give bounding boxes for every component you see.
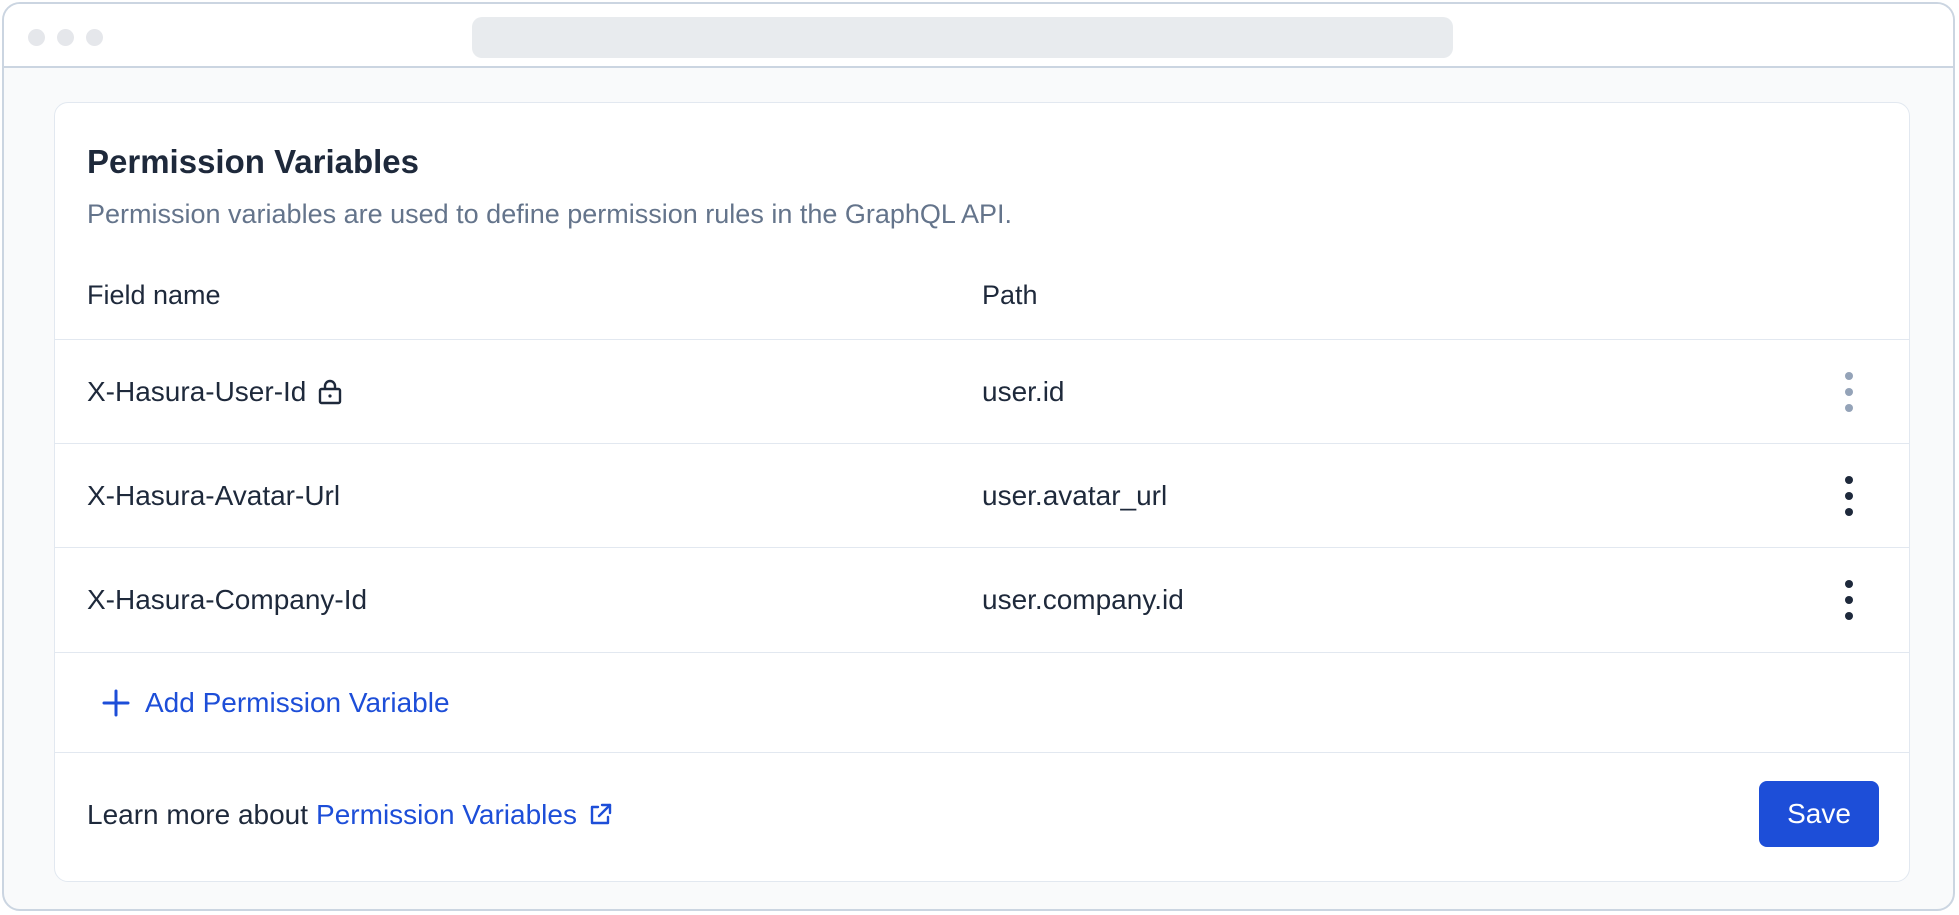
table-row: X-Hasura-User-Id user.id: [55, 339, 1909, 443]
save-button[interactable]: Save: [1759, 781, 1879, 847]
field-name-cell: X-Hasura-Company-Id: [87, 548, 367, 652]
address-bar[interactable]: [472, 17, 1453, 58]
card-footer: Learn more about Permission Variables Sa…: [55, 752, 1909, 881]
learn-more-prefix: Learn more about: [87, 799, 309, 830]
card-title: Permission Variables: [87, 143, 420, 180]
window-close-dot[interactable]: [28, 29, 45, 46]
row-actions-menu-icon[interactable]: [1841, 372, 1857, 412]
add-row-container: Add Permission Variable: [55, 652, 1909, 752]
docs-link-label: Permission Variables: [316, 799, 577, 830]
learn-more-text: Learn more about Permission Variables: [87, 753, 613, 877]
title-bar: [4, 4, 1953, 68]
path-cell: user.avatar_url: [982, 480, 1168, 511]
browser-window: Permission Variables Permission variable…: [2, 2, 1955, 911]
field-name-cell: X-Hasura-Avatar-Url: [87, 444, 340, 548]
field-name: X-Hasura-User-Id: [87, 376, 307, 407]
column-header-path: Path: [982, 280, 1038, 310]
window-minimize-dot[interactable]: [57, 29, 74, 46]
table-row: X-Hasura-Company-Id user.company.id: [55, 547, 1909, 651]
field-name-cell: X-Hasura-User-Id: [87, 340, 344, 444]
external-link-icon: [590, 803, 612, 825]
permission-variables-docs-link[interactable]: Permission Variables: [316, 753, 613, 877]
lock-icon: [316, 378, 344, 406]
add-permission-variable-button[interactable]: Add Permission Variable: [101, 653, 450, 753]
card-description: Permission variables are used to define …: [87, 199, 1012, 229]
row-actions-menu-icon[interactable]: [1841, 476, 1857, 516]
row-actions-menu-icon[interactable]: [1841, 580, 1857, 620]
column-header-field-name: Field name: [87, 280, 221, 310]
field-name: X-Hasura-Company-Id: [87, 584, 368, 615]
path-cell: user.id: [982, 376, 1065, 407]
table-row: X-Hasura-Avatar-Url user.avatar_url: [55, 443, 1909, 547]
permission-variables-card: Permission Variables Permission variable…: [54, 102, 1910, 882]
path-cell: user.company.id: [982, 584, 1184, 615]
add-button-label: Add Permission Variable: [145, 687, 450, 718]
field-name: X-Hasura-Avatar-Url: [87, 480, 341, 511]
plus-icon: [102, 689, 130, 717]
window-maximize-dot[interactable]: [86, 29, 103, 46]
